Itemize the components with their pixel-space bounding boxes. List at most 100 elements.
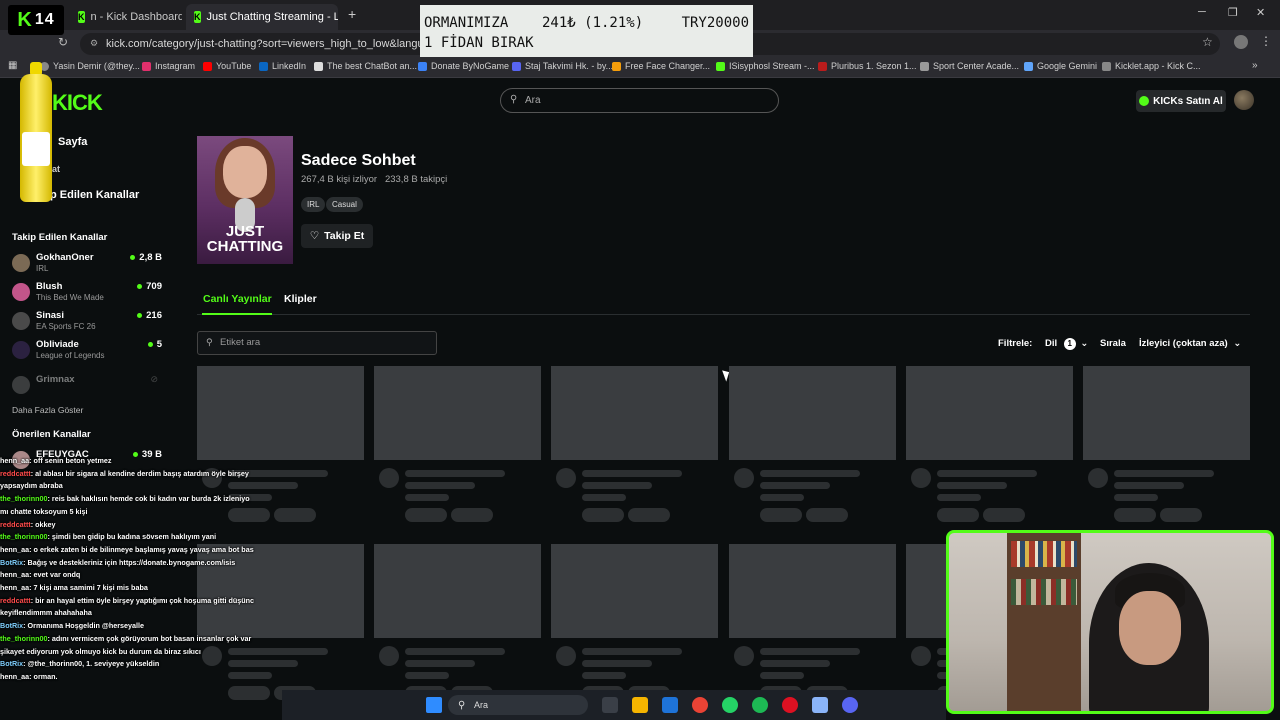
title-placeholder — [1114, 470, 1214, 477]
discord-icon[interactable] — [842, 697, 858, 713]
chat-text: : okkey — [30, 519, 56, 529]
bookmark-item[interactable]: Sport Center Acade... — [920, 61, 1019, 71]
bookmark-item[interactable]: Staj Takvimi Hk. - by... — [512, 61, 613, 71]
avatar-placeholder — [1088, 468, 1108, 488]
kick-favicon-icon: K — [78, 11, 85, 23]
chat-text: : evet var ondq — [29, 570, 81, 580]
chat-message: yapsaydım abraba — [0, 480, 282, 493]
whatsapp-icon[interactable] — [722, 697, 738, 713]
file-explorer-icon[interactable] — [632, 697, 648, 713]
tab-divider — [197, 314, 1250, 315]
chrome-icon[interactable] — [692, 697, 708, 713]
chat-message: the_thorinn00: reis bak haklısın hemde c… — [0, 493, 282, 506]
bookmark-item[interactable]: Instagram — [142, 61, 195, 71]
bookmark-item[interactable]: YouTube — [203, 61, 251, 71]
sidebar-channel[interactable]: Obliviade League of Legends 5 — [12, 339, 162, 365]
sidebar-channel[interactable]: GokhanOner IRL 2,8 B — [12, 252, 162, 278]
site-info-icon[interactable]: ⚙ — [90, 38, 98, 49]
tab-kick-dashboard[interactable]: K n - Kick Dashboard ✕ — [70, 4, 182, 30]
sidebar-channel[interactable]: Blush This Bed We Made 709 — [12, 281, 162, 307]
follow-button[interactable]: ♡ Takip Et — [301, 224, 373, 248]
stream-thumbnail-placeholder — [197, 366, 364, 460]
bookmark-item[interactable]: Pluribus 1. Sezon 1... — [818, 61, 917, 71]
chat-text: mı chatte toksoyum 5 kişi — [0, 506, 88, 516]
bookmark-item[interactable]: ISisyphosl Stream -... — [716, 61, 815, 71]
subtitle-placeholder — [1114, 482, 1184, 489]
more-bookmarks-icon[interactable]: » — [1252, 60, 1258, 71]
sidebar-channel-offline[interactable]: Grimnax ⊘ — [12, 374, 162, 400]
chat-text: yapsaydım abraba — [0, 481, 63, 491]
recommended-section-title: Önerilen Kanallar — [12, 429, 91, 440]
chat-username: the_thorinn00 — [0, 532, 48, 542]
donation-target: TRY20000 — [681, 15, 749, 31]
task-view-icon[interactable] — [602, 697, 618, 713]
chat-username: BotRix — [0, 621, 24, 631]
stream-thumbnail-placeholder — [729, 544, 896, 638]
title-placeholder — [405, 470, 505, 477]
meta-placeholder — [582, 672, 626, 679]
profile-avatar-icon[interactable] — [1234, 35, 1248, 49]
bookmark-item[interactable]: Google Gemini — [1024, 61, 1097, 71]
sport-icon — [920, 61, 929, 71]
sidebar-home-link[interactable]: Sayfa — [58, 136, 87, 148]
tab-label: n - Kick Dashboard — [90, 11, 183, 23]
sidebar-channel[interactable]: Sinasi EA Sports FC 26 216 — [12, 310, 162, 336]
windows-start-icon[interactable] — [426, 697, 442, 713]
subtitle-placeholder — [937, 482, 1007, 489]
kick-icon — [716, 61, 725, 71]
tab-live-streams[interactable]: Canlı Yayınlar — [203, 293, 272, 305]
chat-message: reddcattt: bir an hayal ettim öyle birşe… — [0, 595, 282, 608]
stream-thumbnail-placeholder — [374, 366, 541, 460]
meta-placeholder — [1114, 494, 1158, 501]
bookmark-item[interactable]: LinkedIn — [259, 61, 306, 71]
language-filter-button[interactable]: Dil 1 ⌄ — [1045, 338, 1088, 350]
store-icon[interactable] — [662, 697, 678, 713]
maximize-icon[interactable]: ❐ — [1228, 6, 1238, 19]
menu-dots-icon[interactable]: ⋮ — [1260, 34, 1272, 48]
reload-icon[interactable]: ↻ — [58, 35, 68, 49]
settings-icon[interactable] — [812, 697, 828, 713]
donation-subtitle: 1 FİDAN BIRAK — [424, 35, 534, 51]
avatar — [12, 254, 30, 272]
chat-message: henn_aa: evet var ondq — [0, 569, 282, 582]
chat-message: henn_aa: 7 kişi ama samimi 7 kişi mis ba… — [0, 582, 282, 595]
tab-clips[interactable]: Klipler — [284, 293, 317, 305]
search-input[interactable]: Ara — [500, 88, 779, 113]
donation-goal-banner: ORMANIMIZA 241₺ (1.21%) TRY20000 1 FİDAN… — [420, 5, 753, 57]
bookmark-item[interactable]: The best ChatBot an... — [314, 61, 417, 71]
category-title: Sadece Sohbet — [301, 152, 416, 169]
bookmark-star-icon[interactable]: ☆ — [1202, 35, 1213, 49]
kick-logo[interactable]: KICK — [52, 90, 103, 116]
spotify-icon[interactable] — [752, 697, 768, 713]
show-more-link[interactable]: Daha Fazla Göster — [12, 405, 83, 415]
avatar — [12, 341, 30, 359]
category-image-text: JUST CHATTING — [206, 223, 284, 255]
tag-chip[interactable]: IRL — [301, 197, 326, 212]
taskbar-search[interactable]: Ara — [448, 695, 588, 715]
tag-chip[interactable]: Casual — [326, 197, 363, 212]
new-tab-button[interactable]: + — [348, 6, 356, 22]
bookmark-item[interactable]: Free Face Changer... — [612, 61, 710, 71]
chat-text: : adını vermicem çok görüyorum bot basan… — [47, 633, 252, 643]
chat-text: : şimdi ben gidip bu kadına sövsem haklı… — [47, 532, 217, 542]
bookmark-item[interactable]: Kicklet.app - Kick C... — [1102, 61, 1201, 71]
chat-message: henn_aa: off senin beton yetmez — [0, 455, 282, 468]
sort-select[interactable]: İzleyici (çoktan aza) ⌄ — [1139, 338, 1241, 349]
avatar-placeholder — [734, 646, 754, 666]
obs-icon[interactable] — [782, 697, 798, 713]
chat-text: keyiflendimmm ahahahaha — [0, 608, 92, 618]
kicklet-icon — [1102, 61, 1111, 71]
bookmark-item[interactable]: Donate ByNoGame — [418, 61, 509, 71]
minimize-icon[interactable]: ─ — [1198, 6, 1206, 18]
title-placeholder — [937, 470, 1037, 477]
active-tab-indicator — [202, 313, 272, 315]
sidebar-following-link[interactable]: p Edilen Kanallar — [50, 189, 139, 201]
chat-message: the_thorinn00: şimdi ben gidip bu kadına… — [0, 531, 282, 544]
chat-text: : Bağış ve destekleriniz için https://do… — [23, 557, 236, 567]
buy-kicks-button[interactable]: KICKs Satın Al — [1136, 90, 1226, 112]
tab-just-chatting[interactable]: K Just Chatting Streaming - Live ✕ — [186, 4, 338, 30]
close-window-icon[interactable]: ✕ — [1256, 6, 1265, 19]
tag-search-input[interactable]: Etiket ara — [197, 331, 437, 355]
kicks-coin-icon — [1139, 96, 1150, 106]
user-avatar[interactable] — [1234, 90, 1254, 110]
